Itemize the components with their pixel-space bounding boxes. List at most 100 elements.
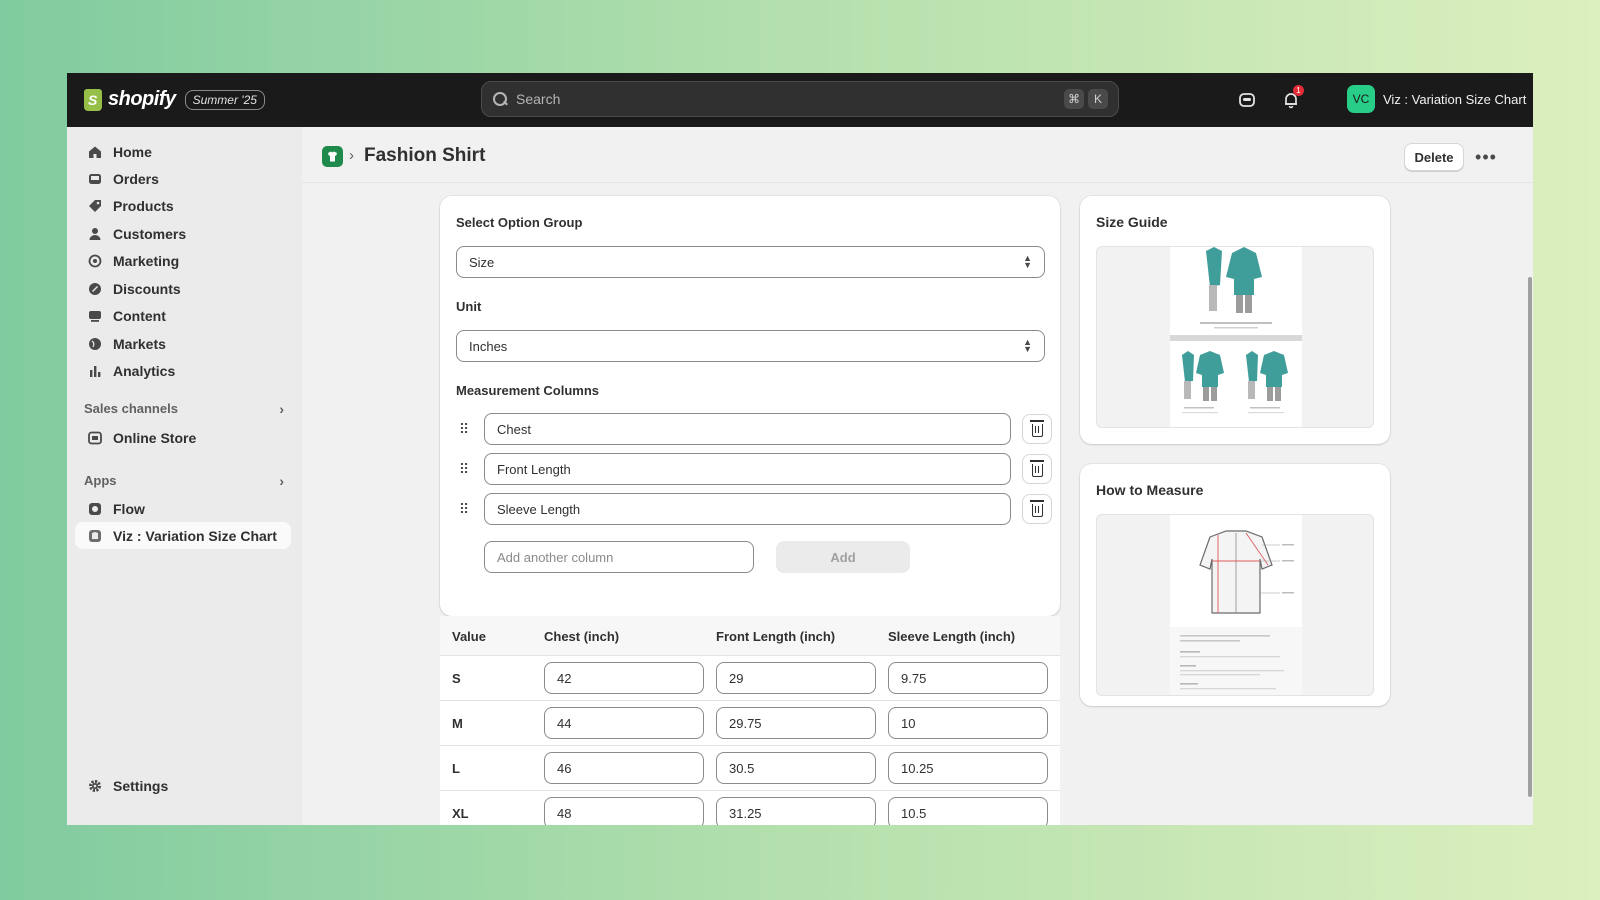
shopify-bag-icon	[84, 88, 102, 111]
size-values-table: Value Chest (inch) Front Length (inch) S…	[440, 616, 1060, 825]
chest-input[interactable]	[544, 797, 704, 825]
drag-handle-icon[interactable]: ⠿	[458, 501, 470, 517]
sidebar-item-label: Viz : Variation Size Chart	[113, 527, 277, 544]
column-header: Value	[452, 629, 486, 644]
sleeve-length-input[interactable]	[888, 707, 1048, 739]
delete-column-button[interactable]	[1022, 494, 1052, 524]
sidebar-item-content[interactable]: Content	[75, 302, 291, 329]
delete-column-button[interactable]	[1022, 414, 1052, 444]
option-group-value: Size	[469, 254, 495, 270]
delete-button[interactable]: Delete	[1404, 143, 1464, 171]
sidebar-item-label: Products	[113, 197, 174, 214]
option-group-label: Select Option Group	[456, 215, 583, 230]
sidebar-item-analytics[interactable]: Analytics	[75, 357, 291, 384]
sidebar-item-products[interactable]: Products	[75, 192, 291, 219]
measurement-columns-label: Measurement Columns	[456, 383, 600, 398]
brand-name: shopify	[108, 88, 176, 110]
select-arrows-icon: ▲ ▼	[1023, 337, 1032, 354]
flow-icon	[87, 501, 103, 517]
column-name-input[interactable]	[484, 413, 1011, 445]
size-value: L	[452, 761, 460, 776]
shopify-logo[interactable]: shopify Summer '25	[84, 88, 265, 111]
sidebar-item-orders[interactable]: Orders	[75, 165, 291, 192]
add-column-input[interactable]	[484, 541, 754, 573]
command-key-hint: ⌘	[1064, 89, 1084, 109]
trash-icon	[1029, 500, 1044, 517]
sidebar-item-label: Orders	[113, 170, 159, 187]
chest-input[interactable]	[544, 752, 704, 784]
trash-icon	[1029, 420, 1044, 437]
app-icon[interactable]	[322, 146, 343, 167]
sidebar-item-label: Content	[113, 307, 166, 324]
avatar: VC	[1347, 85, 1375, 113]
sidekick-button[interactable]	[1235, 88, 1259, 112]
drag-handle-icon[interactable]: ⠿	[458, 461, 470, 477]
scrollbar[interactable]	[1528, 277, 1532, 797]
front-length-input[interactable]	[716, 752, 876, 784]
delete-column-button[interactable]	[1022, 454, 1052, 484]
table-row: S	[440, 656, 1060, 701]
sidebar-item-settings[interactable]: Settings	[75, 772, 291, 799]
sidebar-item-label: Discounts	[113, 280, 181, 297]
search-icon	[492, 91, 508, 107]
sidebar-item-label: Customers	[113, 225, 187, 242]
table-row: M	[440, 701, 1060, 746]
sleeve-length-input[interactable]	[888, 662, 1048, 694]
option-group-select[interactable]: Size ▲ ▼	[456, 246, 1045, 278]
unit-select[interactable]: Inches ▲ ▼	[456, 330, 1045, 362]
chest-input[interactable]	[544, 662, 704, 694]
globe-icon	[87, 336, 103, 352]
notifications-button[interactable]: 1	[1279, 85, 1304, 112]
sidebar-item-label: Marketing	[113, 252, 180, 269]
content-icon	[87, 308, 103, 324]
sidebar-item-label: Home	[113, 143, 152, 160]
sidebar-item-flow[interactable]: Flow	[75, 495, 291, 522]
column-name-input[interactable]	[484, 453, 1011, 485]
sidebar-item-home[interactable]: Home	[75, 138, 291, 165]
size-value: M	[452, 716, 463, 731]
more-actions-icon[interactable]: •••	[1472, 143, 1500, 171]
sidebar-item-discounts[interactable]: Discounts	[75, 275, 291, 302]
column-name-input[interactable]	[484, 493, 1011, 525]
add-column-row: Add	[456, 541, 1045, 573]
size-guide-image[interactable]	[1096, 246, 1374, 428]
account-name: Viz : Variation Size Chart	[1383, 91, 1527, 107]
sidebar-item-viz-size-chart[interactable]: Viz : Variation Size Chart	[75, 522, 291, 549]
sidekick-icon	[1239, 93, 1255, 107]
measurement-column-row: ⠿	[456, 493, 1052, 525]
notification-count-badge: 1	[1293, 85, 1304, 96]
column-header: Sleeve Length (inch)	[888, 629, 1016, 644]
sidebar-item-markets[interactable]: Markets	[75, 330, 291, 357]
size-chart-form-card: Select Option Group Size ▲ ▼ Unit Inches …	[440, 196, 1060, 616]
sidebar-item-customers[interactable]: Customers	[75, 220, 291, 247]
target-icon	[87, 253, 103, 269]
store-icon	[87, 430, 103, 446]
front-length-input[interactable]	[716, 707, 876, 739]
add-column-button[interactable]: Add	[776, 541, 910, 573]
how-to-measure-sheet	[1170, 515, 1302, 695]
account-menu[interactable]: VC Viz : Variation Size Chart	[1347, 85, 1526, 113]
column-header: Front Length (inch)	[716, 629, 836, 644]
viz-app-icon	[87, 528, 103, 544]
table-row: XL	[440, 791, 1060, 825]
drag-handle-icon[interactable]: ⠿	[458, 421, 470, 437]
sleeve-length-input[interactable]	[888, 752, 1048, 784]
sleeve-length-input[interactable]	[888, 797, 1048, 825]
chest-input[interactable]	[544, 707, 704, 739]
page-header: › Fashion Shirt Delete •••	[302, 127, 1533, 183]
search-input[interactable]	[516, 91, 1060, 107]
front-length-input[interactable]	[716, 662, 876, 694]
apps-section[interactable]: Apps ›	[84, 473, 284, 489]
sidebar-item-label: Markets	[113, 335, 166, 352]
sidebar-item-marketing[interactable]: Marketing	[75, 247, 291, 274]
chevron-right-icon: ›	[279, 473, 284, 489]
front-length-input[interactable]	[716, 797, 876, 825]
sidebar-item-online-store[interactable]: Online Store	[75, 424, 291, 451]
search-bar[interactable]: ⌘ K	[481, 81, 1119, 117]
shirt-illustration-icon	[1170, 247, 1302, 414]
sales-channels-section[interactable]: Sales channels ›	[84, 401, 284, 417]
discount-icon	[87, 281, 103, 297]
select-arrows-icon: ▲ ▼	[1023, 253, 1032, 270]
inbox-icon	[87, 171, 103, 187]
how-to-measure-image[interactable]	[1096, 514, 1374, 696]
